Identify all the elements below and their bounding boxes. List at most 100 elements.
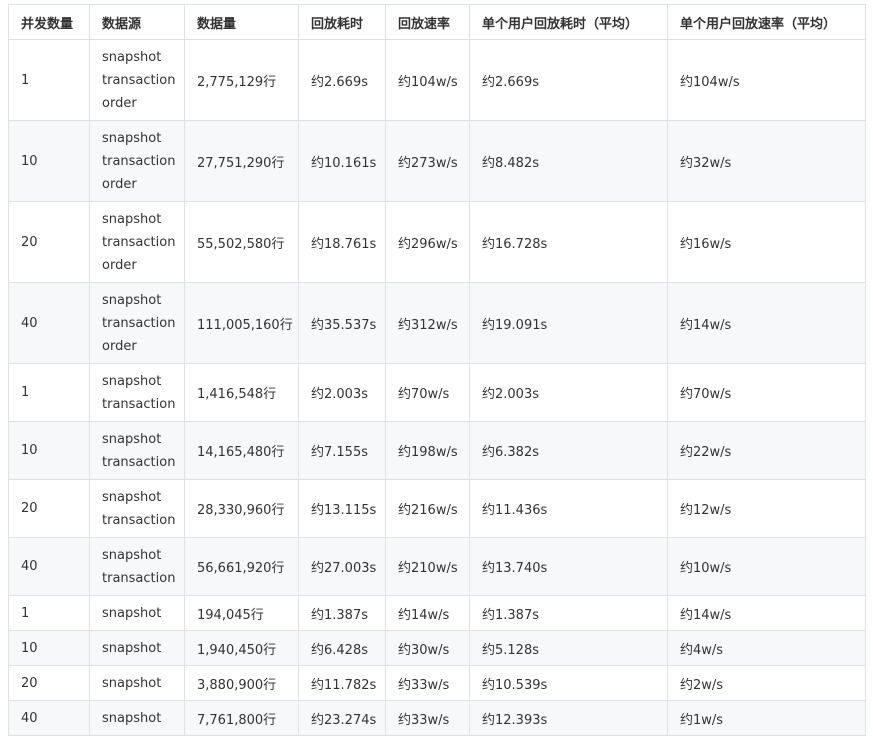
data-source-item: transaction xyxy=(102,153,176,169)
cell-data-volume: 28,330,960行 xyxy=(184,479,299,538)
cell-avg-user-time: 约13.740s xyxy=(469,537,668,596)
cell-data-source: snapshot transaction order xyxy=(89,39,185,121)
cell-avg-user-rate: 约12w/s xyxy=(667,479,866,538)
header-replay-time: 回放耗时 xyxy=(298,4,386,40)
cell-replay-time: 约23.274s xyxy=(298,700,386,736)
cell-replay-time: 约27.003s xyxy=(298,537,386,596)
cell-replay-rate: 约33w/s xyxy=(385,665,470,701)
data-source-item: transaction xyxy=(102,570,176,586)
cell-replay-rate: 约70w/s xyxy=(385,363,470,422)
cell-avg-user-rate: 约32w/s xyxy=(667,120,866,202)
benchmark-table-container: 并发数量 数据源 数据量 回放耗时 回放速率 单个用户回放耗时（平均） 单个用户… xyxy=(0,0,866,736)
cell-data-volume: 55,502,580行 xyxy=(184,201,299,283)
cell-avg-user-rate: 约10w/s xyxy=(667,537,866,596)
data-source-item: snapshot xyxy=(102,292,162,308)
table-row: 20 snapshot transaction order 55,502,580行 约18… xyxy=(8,201,866,283)
table-row: 40 snapshot transaction 56,661,920行 约27.003s… xyxy=(8,537,866,596)
table-row: 40 snapshot transaction order 111,005,160行 约3… xyxy=(8,282,866,364)
data-source-item: snapshot xyxy=(102,640,162,656)
cell-concurrency: 1 xyxy=(8,363,90,422)
table-row: 1 snapshot transaction order 2,775,129行 约2.66… xyxy=(8,39,866,121)
data-source-item: order xyxy=(102,176,137,192)
cell-avg-user-time: 约6.382s xyxy=(469,421,668,480)
data-source-item: order xyxy=(102,257,137,273)
cell-data-volume: 1,940,450行 xyxy=(184,630,299,666)
cell-data-volume: 7,761,800行 xyxy=(184,700,299,736)
data-source-item: transaction xyxy=(102,72,176,88)
cell-avg-user-rate: 约14w/s xyxy=(667,595,866,631)
cell-data-volume: 3,880,900行 xyxy=(184,665,299,701)
data-source-item: snapshot xyxy=(102,373,162,389)
cell-avg-user-rate: 约14w/s xyxy=(667,282,866,364)
cell-data-source: snapshot transaction order xyxy=(89,120,185,202)
header-replay-rate: 回放速率 xyxy=(385,4,470,40)
table-row: 10 snapshot 1,940,450行 约6.428s 约30w/s 约5.128s… xyxy=(8,630,866,666)
cell-data-source: snapshot transaction xyxy=(89,479,185,538)
cell-avg-user-time: 约10.539s xyxy=(469,665,668,701)
table-row: 1 snapshot transaction 1,416,548行 约2.003s 约70… xyxy=(8,363,866,422)
cell-avg-user-time: 约8.482s xyxy=(469,120,668,202)
cell-avg-user-time: 约11.436s xyxy=(469,479,668,538)
table-row: 20 snapshot transaction 28,330,960行 约13.115s… xyxy=(8,479,866,538)
header-data-volume: 数据量 xyxy=(184,4,299,40)
cell-data-source: snapshot xyxy=(89,630,185,666)
cell-replay-rate: 约14w/s xyxy=(385,595,470,631)
cell-avg-user-time: 约5.128s xyxy=(469,630,668,666)
cell-data-volume: 56,661,920行 xyxy=(184,537,299,596)
table-header: 并发数量 数据源 数据量 回放耗时 回放速率 单个用户回放耗时（平均） 单个用户… xyxy=(8,4,866,40)
data-source-item: transaction xyxy=(102,396,176,412)
table-body: 1 snapshot transaction order 2,775,129行 约2.66… xyxy=(8,39,866,736)
cell-avg-user-time: 约2.003s xyxy=(469,363,668,422)
cell-replay-time: 约2.003s xyxy=(298,363,386,422)
cell-replay-rate: 约104w/s xyxy=(385,39,470,121)
table-row: 40 snapshot 7,761,800行 约23.274s 约33w/s 约12.39… xyxy=(8,700,866,736)
data-source-item: snapshot xyxy=(102,130,162,146)
cell-avg-user-time: 约2.669s xyxy=(469,39,668,121)
cell-data-source: snapshot xyxy=(89,700,185,736)
data-source-item: order xyxy=(102,95,137,111)
cell-replay-time: 约1.387s xyxy=(298,595,386,631)
cell-data-volume: 14,165,480行 xyxy=(184,421,299,480)
data-source-item: snapshot xyxy=(102,211,162,227)
data-source-item: snapshot xyxy=(102,710,162,726)
cell-data-volume: 111,005,160行 xyxy=(184,282,299,364)
cell-concurrency: 40 xyxy=(8,282,90,364)
cell-data-volume: 194,045行 xyxy=(184,595,299,631)
table-row: 10 snapshot transaction 14,165,480行 约7.155s 约… xyxy=(8,421,866,480)
cell-data-source: snapshot xyxy=(89,595,185,631)
benchmark-table: 并发数量 数据源 数据量 回放耗时 回放速率 单个用户回放耗时（平均） 单个用户… xyxy=(8,4,866,736)
cell-replay-rate: 约273w/s xyxy=(385,120,470,202)
data-source-item: snapshot xyxy=(102,431,162,447)
cell-replay-time: 约11.782s xyxy=(298,665,386,701)
cell-avg-user-rate: 约1w/s xyxy=(667,700,866,736)
cell-avg-user-rate: 约104w/s xyxy=(667,39,866,121)
cell-replay-rate: 约210w/s xyxy=(385,537,470,596)
cell-concurrency: 10 xyxy=(8,421,90,480)
header-concurrency: 并发数量 xyxy=(8,4,90,40)
cell-concurrency: 1 xyxy=(8,595,90,631)
cell-data-source: snapshot transaction order xyxy=(89,282,185,364)
cell-avg-user-rate: 约16w/s xyxy=(667,201,866,283)
data-source-item: snapshot xyxy=(102,547,162,563)
data-source-item: transaction xyxy=(102,315,176,331)
cell-data-volume: 27,751,290行 xyxy=(184,120,299,202)
cell-replay-rate: 约296w/s xyxy=(385,201,470,283)
cell-avg-user-time: 约19.091s xyxy=(469,282,668,364)
cell-replay-rate: 约30w/s xyxy=(385,630,470,666)
table-row: 1 snapshot 194,045行 约1.387s 约14w/s 约1.387s 约14… xyxy=(8,595,866,631)
cell-data-source: snapshot transaction order xyxy=(89,201,185,283)
cell-replay-time: 约13.115s xyxy=(298,479,386,538)
cell-avg-user-rate: 约22w/s xyxy=(667,421,866,480)
cell-data-volume: 2,775,129行 xyxy=(184,39,299,121)
cell-concurrency: 1 xyxy=(8,39,90,121)
cell-avg-user-rate: 约70w/s xyxy=(667,363,866,422)
cell-replay-time: 约2.669s xyxy=(298,39,386,121)
cell-replay-time: 约35.537s xyxy=(298,282,386,364)
cell-concurrency: 20 xyxy=(8,201,90,283)
cell-concurrency: 40 xyxy=(8,700,90,736)
cell-avg-user-time: 约16.728s xyxy=(469,201,668,283)
header-avg-user-rate: 单个用户回放速率（平均） xyxy=(667,4,866,40)
cell-data-volume: 1,416,548行 xyxy=(184,363,299,422)
cell-data-source: snapshot xyxy=(89,665,185,701)
cell-data-source: snapshot transaction xyxy=(89,421,185,480)
